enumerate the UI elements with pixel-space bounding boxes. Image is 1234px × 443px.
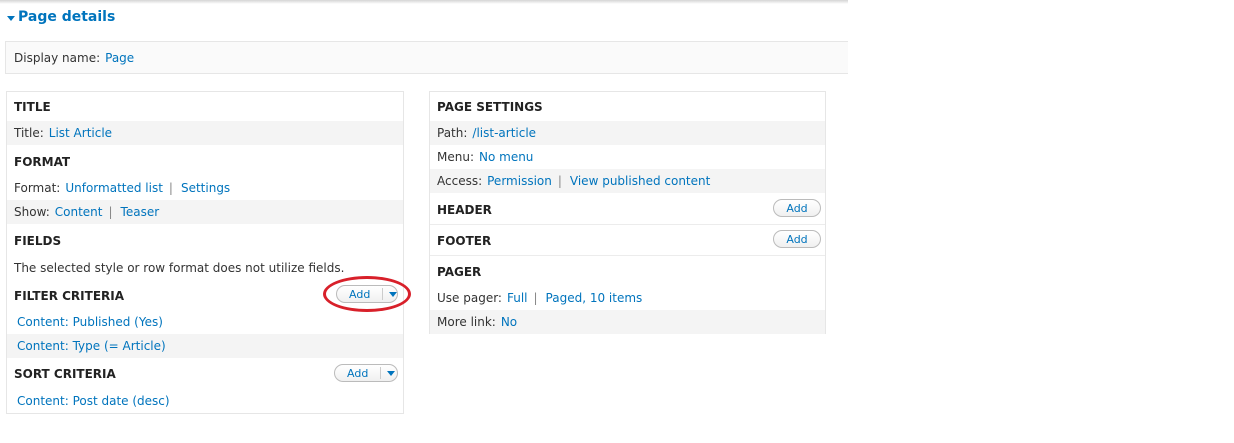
sort-item-post-date[interactable]: Content: Post date (desc) (17, 394, 170, 408)
use-pager-paged-link[interactable]: Paged, 10 items (546, 291, 643, 305)
format-link[interactable]: Unformatted list (65, 181, 163, 195)
sort-item: Content: Post date (desc) (7, 389, 403, 413)
display-name-bar: Display name: Page (5, 41, 848, 74)
top-shadow (0, 0, 848, 4)
use-pager-label: Use pager: (437, 291, 502, 305)
sort-add-button[interactable]: Add (334, 364, 398, 382)
use-pager-row: Use pager: Full | Paged, 10 items (430, 286, 825, 310)
path-link[interactable]: /list-article (472, 126, 536, 140)
left-column: TITLE Title: List Article FORMAT Format:… (6, 91, 404, 414)
footer-add-button[interactable]: Add (773, 230, 821, 248)
footer-add-label: Add (786, 232, 808, 246)
filter-add-button[interactable]: Add (336, 285, 398, 303)
chevron-down-icon[interactable] (387, 370, 396, 376)
path-row: Path: /list-article (430, 121, 825, 145)
more-link-row: More link: No (430, 310, 825, 334)
header-add-label: Add (786, 201, 808, 215)
header-heading: HEADER (437, 203, 492, 217)
title-label: Title: (14, 126, 44, 140)
fields-heading: FIELDS (14, 234, 62, 248)
format-heading: FORMAT (14, 155, 71, 169)
menu-link[interactable]: No menu (479, 150, 533, 164)
sort-add-label: Add (347, 366, 369, 380)
title-link[interactable]: List Article (49, 126, 112, 140)
filter-item-type[interactable]: Content: Type (= Article) (17, 339, 166, 353)
page-details-title: Page details (18, 9, 116, 25)
triangle-down-icon (7, 15, 15, 21)
page-settings-heading: PAGE SETTINGS (437, 100, 543, 114)
access-label: Access: (437, 174, 483, 188)
filter-item: Content: Published (Yes) (7, 310, 403, 334)
right-column: PAGE SETTINGS Path: /list-article Menu: … (429, 91, 826, 334)
menu-row: Menu: No menu (430, 145, 825, 169)
format-settings-link[interactable]: Settings (181, 181, 230, 195)
use-pager-full-link[interactable]: Full (507, 291, 528, 305)
access-row: Access: Permission | View published cont… (430, 169, 825, 193)
fields-note: The selected style or row format does no… (7, 256, 403, 280)
more-link-label: More link: (437, 315, 496, 329)
menu-label: Menu: (437, 150, 474, 164)
show-teaser-link[interactable]: Teaser (121, 205, 160, 219)
show-content-link[interactable]: Content (55, 205, 103, 219)
button-divider (380, 367, 382, 379)
pager-heading: PAGER (437, 265, 482, 279)
filter-add-label: Add (349, 287, 371, 301)
path-label: Path: (437, 126, 468, 140)
display-name-label: Display name: (14, 50, 101, 65)
fields-note-text: The selected style or row format does no… (14, 261, 345, 275)
page-details-toggle[interactable]: Page details (7, 9, 115, 25)
display-name-link[interactable]: Page (105, 51, 134, 65)
filter-item: Content: Type (= Article) (7, 334, 403, 358)
access-view-published-link[interactable]: View published content (570, 174, 710, 188)
show-label: Show: (14, 205, 50, 219)
separator: | (108, 205, 113, 219)
format-row: Format: Unformatted list | Settings (7, 176, 403, 200)
separator: | (557, 174, 562, 188)
filter-item-published[interactable]: Content: Published (Yes) (17, 315, 163, 329)
divider (430, 255, 825, 256)
chevron-down-icon[interactable] (389, 291, 398, 297)
show-row: Show: Content | Teaser (7, 200, 403, 224)
separator: | (168, 181, 173, 195)
button-divider (382, 288, 384, 300)
title-heading: TITLE (14, 100, 51, 114)
footer-heading: FOOTER (437, 234, 492, 248)
title-row: Title: List Article (7, 121, 403, 145)
header-add-button[interactable]: Add (773, 199, 821, 217)
access-permission-link[interactable]: Permission (487, 174, 552, 188)
more-link-value[interactable]: No (501, 315, 517, 329)
format-label: Format: (14, 181, 61, 195)
separator: | (533, 291, 538, 305)
divider (430, 224, 825, 225)
